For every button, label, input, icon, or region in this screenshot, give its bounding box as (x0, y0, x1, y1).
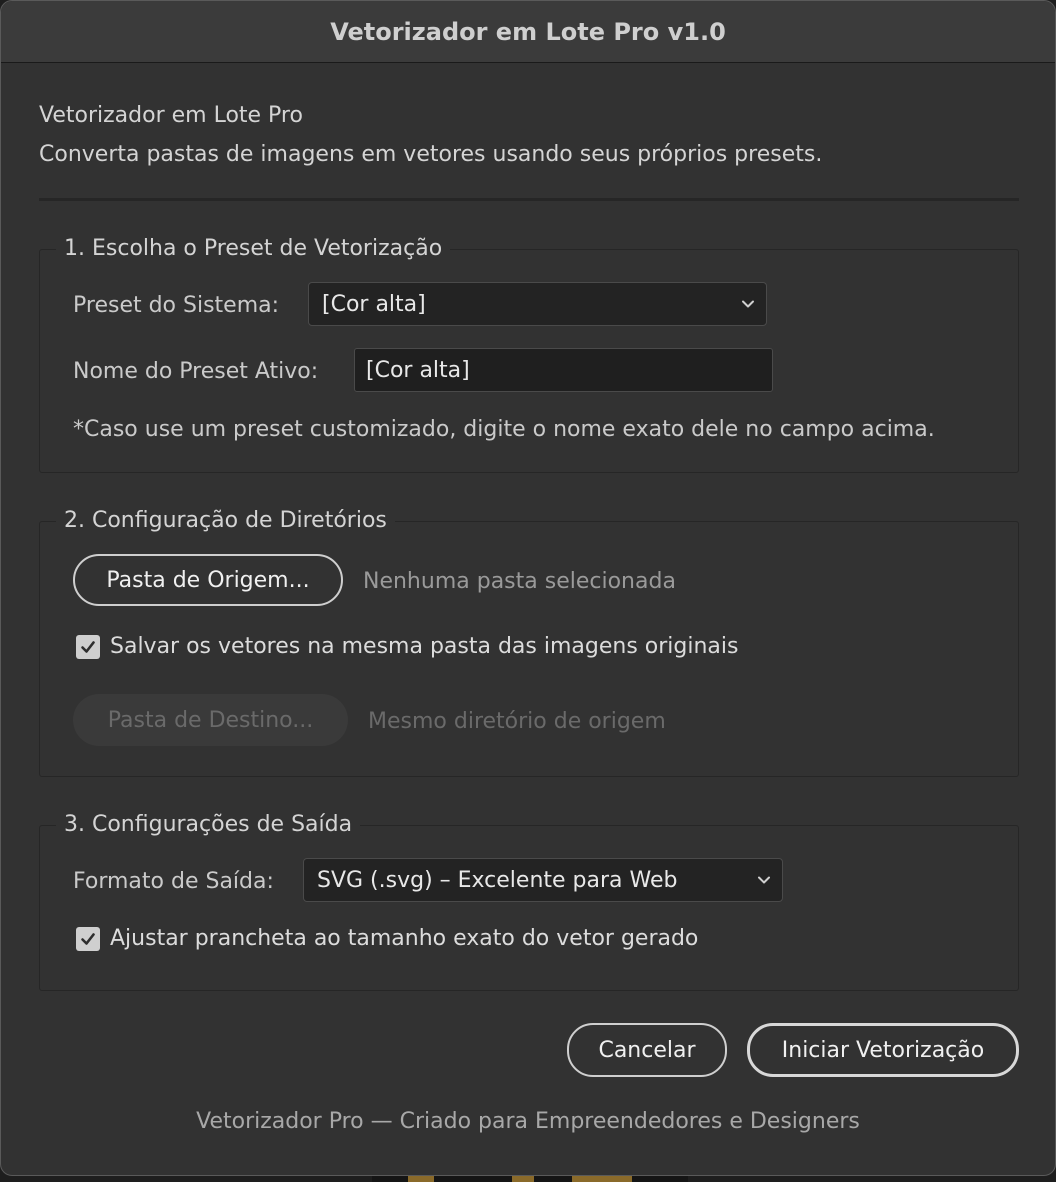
system-preset-label: Preset do Sistema: (73, 293, 280, 318)
dialog-window: Vetorizador em Lote Pro v1.0 Vetorizador… (0, 0, 1056, 1176)
fit-artboard-checkbox[interactable] (76, 927, 100, 951)
background-content (372, 1176, 688, 1182)
active-preset-name-input[interactable] (354, 348, 773, 392)
destination-folder-status: Mesmo diretório de origem (368, 709, 666, 734)
intro-description: Converta pastas de imagens em vetores us… (39, 142, 823, 167)
preset-section-title: 1. Escolha o Preset de Vetorização (56, 235, 451, 263)
directories-section: 2. Configuração de Diretórios Pasta de O… (39, 507, 1019, 777)
output-format-label: Formato de Saída: (73, 869, 274, 894)
source-folder-status: Nenhuma pasta selecionada (363, 569, 676, 594)
output-format-value: SVG (.svg) – Excelente para Web (317, 867, 678, 893)
same-folder-label[interactable]: Salvar os vetores na mesma pasta das ima… (110, 634, 738, 659)
active-preset-name-label: Nome do Preset Ativo: (73, 359, 319, 384)
output-section: 3. Configurações de Saída Formato de Saí… (39, 811, 1019, 991)
output-section-title: 3. Configurações de Saída (56, 811, 361, 839)
checkmark-icon (81, 933, 95, 945)
cancel-button[interactable]: Cancelar (567, 1023, 727, 1077)
window-title: Vetorizador em Lote Pro v1.0 (330, 17, 726, 46)
divider (39, 198, 1019, 201)
chevron-down-icon (742, 300, 754, 308)
output-format-select[interactable]: SVG (.svg) – Excelente para Web (303, 858, 783, 902)
destination-folder-button[interactable]: Pasta de Destino... (73, 694, 348, 746)
title-bar[interactable]: Vetorizador em Lote Pro v1.0 (1, 1, 1055, 63)
chevron-down-icon (758, 876, 770, 884)
source-folder-button[interactable]: Pasta de Origem... (73, 554, 343, 606)
preset-section: 1. Escolha o Preset de Vetorização Prese… (39, 235, 1019, 473)
footer-credits: Vetorizador Pro — Criado para Empreended… (196, 1109, 860, 1134)
fit-artboard-label[interactable]: Ajustar prancheta ao tamanho exato do ve… (110, 926, 698, 951)
directories-section-title: 2. Configuração de Diretórios (56, 507, 395, 535)
start-vectorization-button[interactable]: Iniciar Vetorização (747, 1023, 1019, 1077)
system-preset-select[interactable]: [Cor alta] (308, 282, 767, 326)
intro-title: Vetorizador em Lote Pro (39, 103, 303, 128)
same-folder-checkbox[interactable] (76, 635, 100, 659)
checkmark-icon (81, 641, 95, 653)
custom-preset-note: *Caso use um preset customizado, digite … (73, 417, 935, 442)
system-preset-value: [Cor alta] (322, 291, 426, 317)
